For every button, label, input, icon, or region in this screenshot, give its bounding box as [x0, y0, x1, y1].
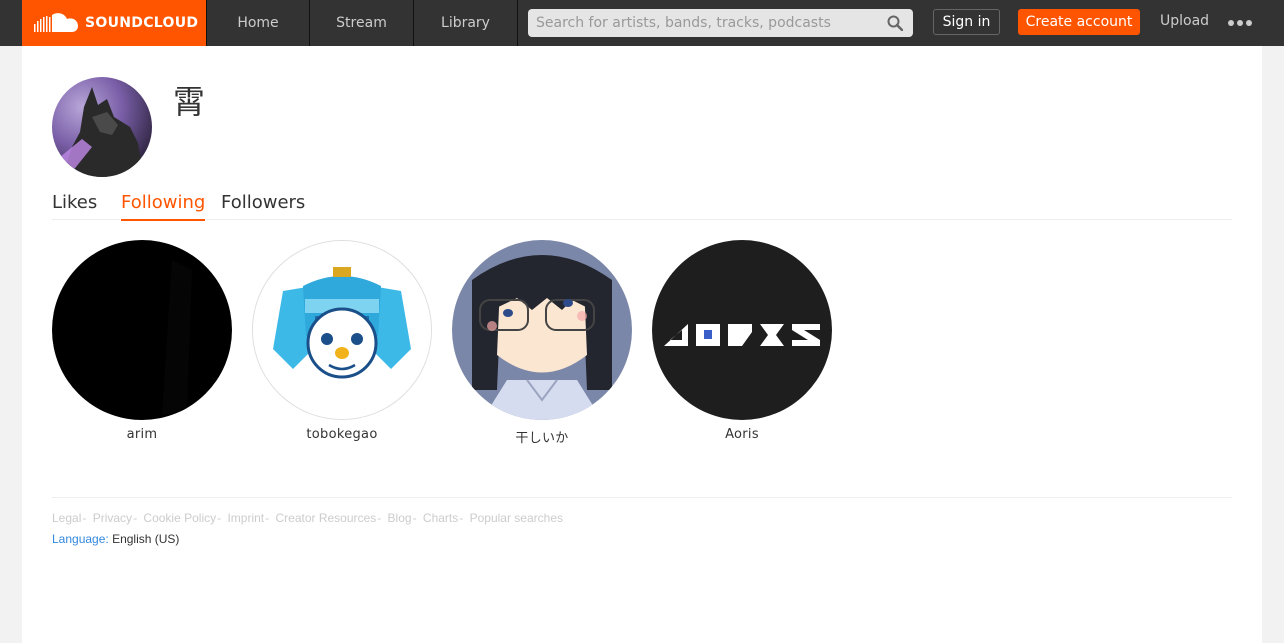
mascot-avatar-image	[253, 241, 431, 419]
list-item[interactable]: arim	[52, 240, 232, 442]
nav-home[interactable]: Home	[206, 0, 310, 46]
main-nav: Home Stream Library	[206, 0, 518, 46]
footer-divider	[52, 497, 1232, 498]
dark-avatar-image	[52, 240, 232, 420]
list-item[interactable]: tobokegao	[252, 240, 432, 442]
footer-link-cookie-policy[interactable]: Cookie Policy	[143, 511, 216, 525]
language-selector[interactable]: Language: English (US)	[52, 532, 179, 546]
footer-links: Legal- Privacy- Cookie Policy- Imprint- …	[52, 511, 563, 525]
nav-stream[interactable]: Stream	[310, 0, 414, 46]
footer-link-legal[interactable]: Legal	[52, 511, 81, 525]
brand-wordmark: SOUNDCLOUD	[85, 15, 199, 31]
search-input[interactable]	[528, 9, 878, 37]
profile-tabs: Likes Following Followers	[52, 192, 1232, 221]
dot	[1237, 20, 1243, 26]
anime-girl-avatar-image	[452, 240, 632, 420]
dot	[1228, 20, 1234, 26]
cloud-logo-icon	[34, 13, 78, 33]
footer-link-popular-searches[interactable]: Popular searches	[470, 511, 563, 525]
tab-likes[interactable]: Likes	[52, 192, 97, 219]
user-name[interactable]: Aoris	[652, 427, 832, 442]
user-name[interactable]: arim	[52, 427, 232, 442]
separator: -	[377, 511, 382, 525]
tab-followers[interactable]: Followers	[221, 192, 305, 219]
avatar[interactable]	[52, 77, 152, 177]
footer-link-creator-resources[interactable]: Creator Resources	[275, 511, 376, 525]
separator: -	[133, 511, 138, 525]
footer-link-imprint[interactable]: Imprint	[227, 511, 264, 525]
profile-username: 霄	[173, 83, 206, 121]
nav-library[interactable]: Library	[414, 0, 518, 46]
tab-following[interactable]: Following	[121, 192, 206, 221]
separator: -	[217, 511, 222, 525]
footer-link-privacy[interactable]: Privacy	[93, 511, 132, 525]
user-avatar[interactable]	[52, 240, 232, 420]
user-avatar[interactable]	[252, 240, 432, 420]
more-icon[interactable]	[1228, 16, 1252, 30]
user-avatar[interactable]	[652, 240, 832, 420]
user-name[interactable]: tobokegao	[252, 427, 432, 442]
separator: -	[459, 511, 464, 525]
wolf-avatar-image	[52, 77, 152, 177]
user-avatar[interactable]	[452, 240, 632, 420]
language-value: English (US)	[112, 532, 180, 546]
user-name[interactable]: 干しいか	[452, 427, 632, 446]
separator: -	[412, 511, 417, 525]
upload-link[interactable]: Upload	[1160, 13, 1209, 29]
separator: -	[82, 511, 87, 525]
dot	[1246, 20, 1252, 26]
search-bar	[528, 9, 913, 37]
create-account-button[interactable]: Create account	[1018, 9, 1140, 35]
soundcloud-logo[interactable]: SOUNDCLOUD	[22, 0, 206, 46]
top-header: SOUNDCLOUD Home Stream Library Sign in C…	[0, 0, 1284, 46]
sign-in-button[interactable]: Sign in	[933, 9, 1000, 35]
list-item[interactable]: Aoris	[652, 240, 832, 442]
language-label[interactable]: Language:	[52, 532, 109, 546]
aoris-logo-avatar-image	[652, 240, 832, 420]
list-item[interactable]: 干しいか	[452, 240, 632, 446]
footer-link-charts[interactable]: Charts	[423, 511, 458, 525]
separator: -	[265, 511, 270, 525]
profile-content: 霄 Likes Following Followers arim tobokeg…	[22, 46, 1262, 643]
search-icon[interactable]	[887, 15, 903, 31]
footer-link-blog[interactable]: Blog	[388, 511, 412, 525]
